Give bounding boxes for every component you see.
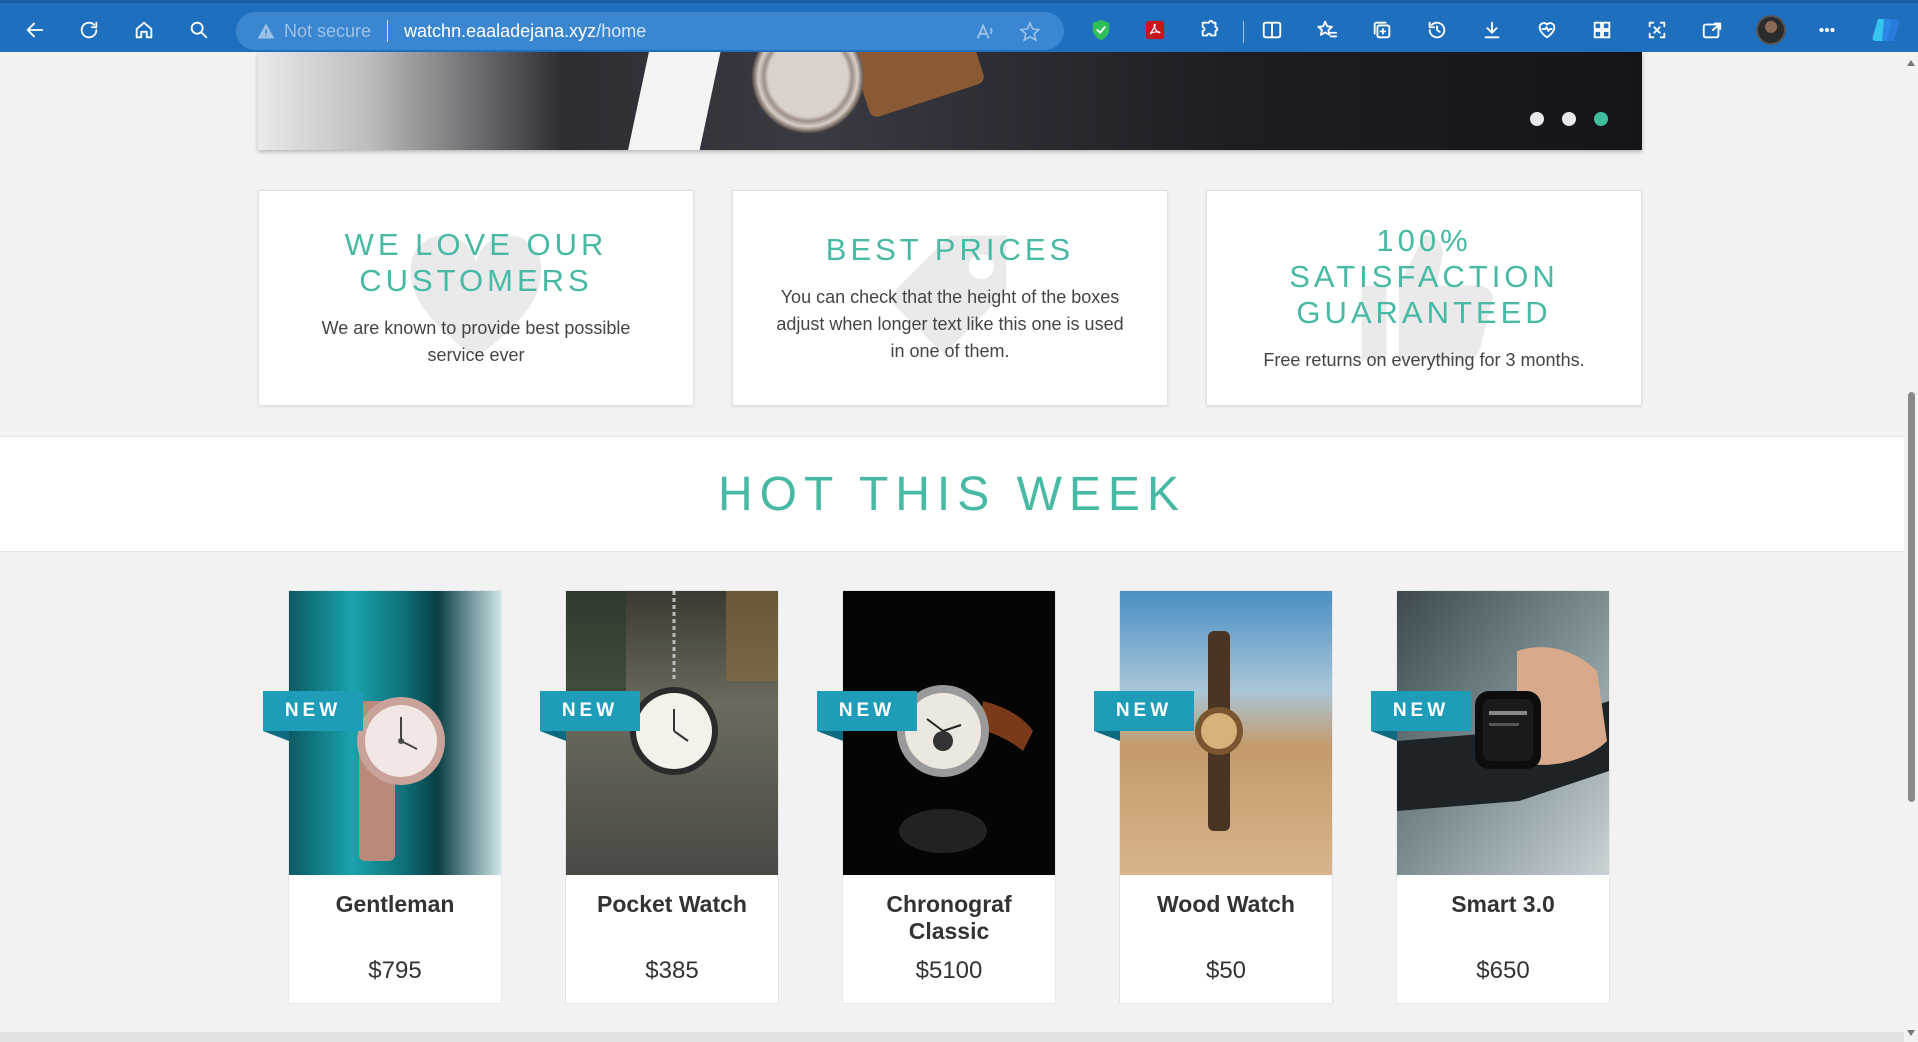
refresh-button[interactable] xyxy=(72,13,106,47)
address-bar[interactable]: Not secure watchn.eaaladejana.xyz/home xyxy=(236,12,1064,50)
favorites-icon xyxy=(1317,20,1338,38)
product-image-smart-3[interactable] xyxy=(1397,591,1609,875)
product-image-wood-watch[interactable] xyxy=(1120,591,1332,875)
vertical-scrollbar[interactable] xyxy=(1904,52,1918,1042)
feature-title: WE LOVE OUR CUSTOMERS xyxy=(344,227,608,298)
product-name[interactable]: Wood Watch xyxy=(1120,891,1332,918)
downloads-button[interactable] xyxy=(1475,13,1509,47)
browser-guard-extension[interactable] xyxy=(1084,13,1118,47)
feature-text: We are known to provide best possible se… xyxy=(321,318,631,365)
product-price: $650 xyxy=(1476,957,1530,984)
feature-box-satisfaction: 100% SATISFACTION GUARANTEED Free return… xyxy=(1206,190,1642,406)
back-arrow-icon xyxy=(26,22,44,38)
history-icon xyxy=(1428,21,1446,39)
favorite-star-icon[interactable] xyxy=(1018,20,1042,44)
new-badge: NEW xyxy=(817,691,917,741)
section-title: HOT THIS WEEK xyxy=(718,467,1186,521)
share-button[interactable] xyxy=(1695,13,1729,47)
hot-this-week-banner: HOT THIS WEEK xyxy=(0,436,1904,552)
pdf-icon xyxy=(1145,20,1165,40)
screenshot-button[interactable] xyxy=(1640,13,1674,47)
search-button[interactable] xyxy=(182,13,216,47)
product-name[interactable]: Smart 3.0 xyxy=(1397,891,1609,918)
product-image-pocket-watch[interactable] xyxy=(566,591,778,875)
product-card-chronograf-classic[interactable]: NEW Chronograf Classic $5100 xyxy=(817,590,1056,1004)
feature-title: BEST PRICES xyxy=(825,231,1075,267)
read-aloud-icon[interactable] xyxy=(974,21,996,43)
profile-avatar[interactable] xyxy=(1756,15,1786,45)
collections-icon xyxy=(1373,21,1391,39)
hero-carousel xyxy=(258,52,1642,150)
new-badge: NEW xyxy=(1371,691,1471,741)
product-card-pocket-watch[interactable]: NEW Pocket Watch $385 xyxy=(540,590,779,1004)
apps-button[interactable] xyxy=(1585,13,1619,47)
page-bottom-edge xyxy=(0,1032,1904,1042)
product-price: $50 xyxy=(1205,957,1247,984)
home-button[interactable] xyxy=(127,13,161,47)
product-name[interactable]: Chronograf Classic xyxy=(843,891,1055,945)
more-dots-icon xyxy=(1819,27,1835,33)
url-text[interactable]: watchn.eaaladejana.xyz/home xyxy=(404,21,646,42)
browser-essentials-button[interactable] xyxy=(1530,13,1564,47)
back-button[interactable] xyxy=(18,13,52,47)
share-icon xyxy=(1702,22,1722,39)
screenshot-icon xyxy=(1648,21,1666,39)
warning-icon xyxy=(257,23,275,39)
feature-text: Free returns on everything for 3 months. xyxy=(1263,349,1585,370)
page-viewport: WE LOVE OUR CUSTOMERS We are known to pr… xyxy=(0,52,1904,1042)
refresh-icon xyxy=(80,21,98,39)
browser-toolbar: Not secure watchn.eaaladejana.xyz/home xyxy=(0,0,1918,52)
address-separator xyxy=(387,20,389,42)
more-menu-button[interactable] xyxy=(1810,13,1844,47)
feature-box-prices: BEST PRICES You can check that the heigh… xyxy=(732,190,1168,406)
scroll-up-arrow-icon[interactable] xyxy=(1907,60,1915,66)
security-label[interactable]: Not secure xyxy=(284,21,371,42)
carousel-dot-1[interactable] xyxy=(1530,112,1544,126)
split-screen-button[interactable] xyxy=(1255,13,1289,47)
product-image-chronograf-classic[interactable] xyxy=(843,591,1055,875)
carousel-dot-2[interactable] xyxy=(1562,112,1576,126)
product-price: $795 xyxy=(368,957,422,984)
new-badge: NEW xyxy=(1094,691,1194,741)
product-price: $385 xyxy=(645,957,699,984)
apps-grid-icon xyxy=(1593,21,1611,39)
collections-button[interactable] xyxy=(1365,13,1399,47)
extensions-button[interactable] xyxy=(1193,13,1227,47)
url-host: watchn.eaaladejana.xyz xyxy=(404,20,597,41)
features-row: WE LOVE OUR CUSTOMERS We are known to pr… xyxy=(258,190,1642,406)
home-icon xyxy=(135,21,153,39)
toolbar-separator xyxy=(1243,21,1244,43)
new-badge: NEW xyxy=(263,691,363,741)
heart-pulse-icon xyxy=(1538,22,1556,39)
scrollbar-thumb[interactable] xyxy=(1908,392,1915,802)
product-image-gentleman[interactable] xyxy=(289,591,501,875)
hero-watch-strap xyxy=(850,52,986,119)
scroll-down-arrow-icon[interactable] xyxy=(1907,1030,1915,1036)
copilot-icon[interactable] xyxy=(1870,15,1902,45)
feature-box-customers: WE LOVE OUR CUSTOMERS We are known to pr… xyxy=(258,190,694,406)
product-price: $5100 xyxy=(915,957,983,984)
carousel-indicators xyxy=(1530,112,1608,126)
product-name[interactable]: Pocket Watch xyxy=(566,891,778,918)
product-name[interactable]: Gentleman xyxy=(289,891,501,918)
product-card-gentleman[interactable]: NEW Gentleman $795 xyxy=(263,590,502,1004)
split-screen-icon xyxy=(1262,21,1282,39)
product-card-wood-watch[interactable]: NEW Wood Watch $50 xyxy=(1094,590,1333,1004)
carousel-dot-3[interactable] xyxy=(1594,112,1608,126)
history-button[interactable] xyxy=(1420,13,1454,47)
url-path: /home xyxy=(596,20,647,41)
search-icon xyxy=(190,21,208,39)
feature-text: You can check that the height of the box… xyxy=(776,286,1124,361)
product-card-smart-3[interactable]: NEW Smart 3.0 $650 xyxy=(1371,590,1610,1004)
feature-title: 100% SATISFACTION GUARANTEED xyxy=(1289,222,1559,330)
hero-shirt-cuff xyxy=(625,52,721,150)
puzzle-icon xyxy=(1201,19,1219,37)
shield-check-icon xyxy=(1092,19,1110,41)
pdf-extension[interactable] xyxy=(1138,13,1172,47)
new-badge: NEW xyxy=(540,691,640,741)
download-icon xyxy=(1484,21,1500,39)
hero-watch-image xyxy=(748,52,868,142)
favorites-button[interactable] xyxy=(1310,13,1344,47)
